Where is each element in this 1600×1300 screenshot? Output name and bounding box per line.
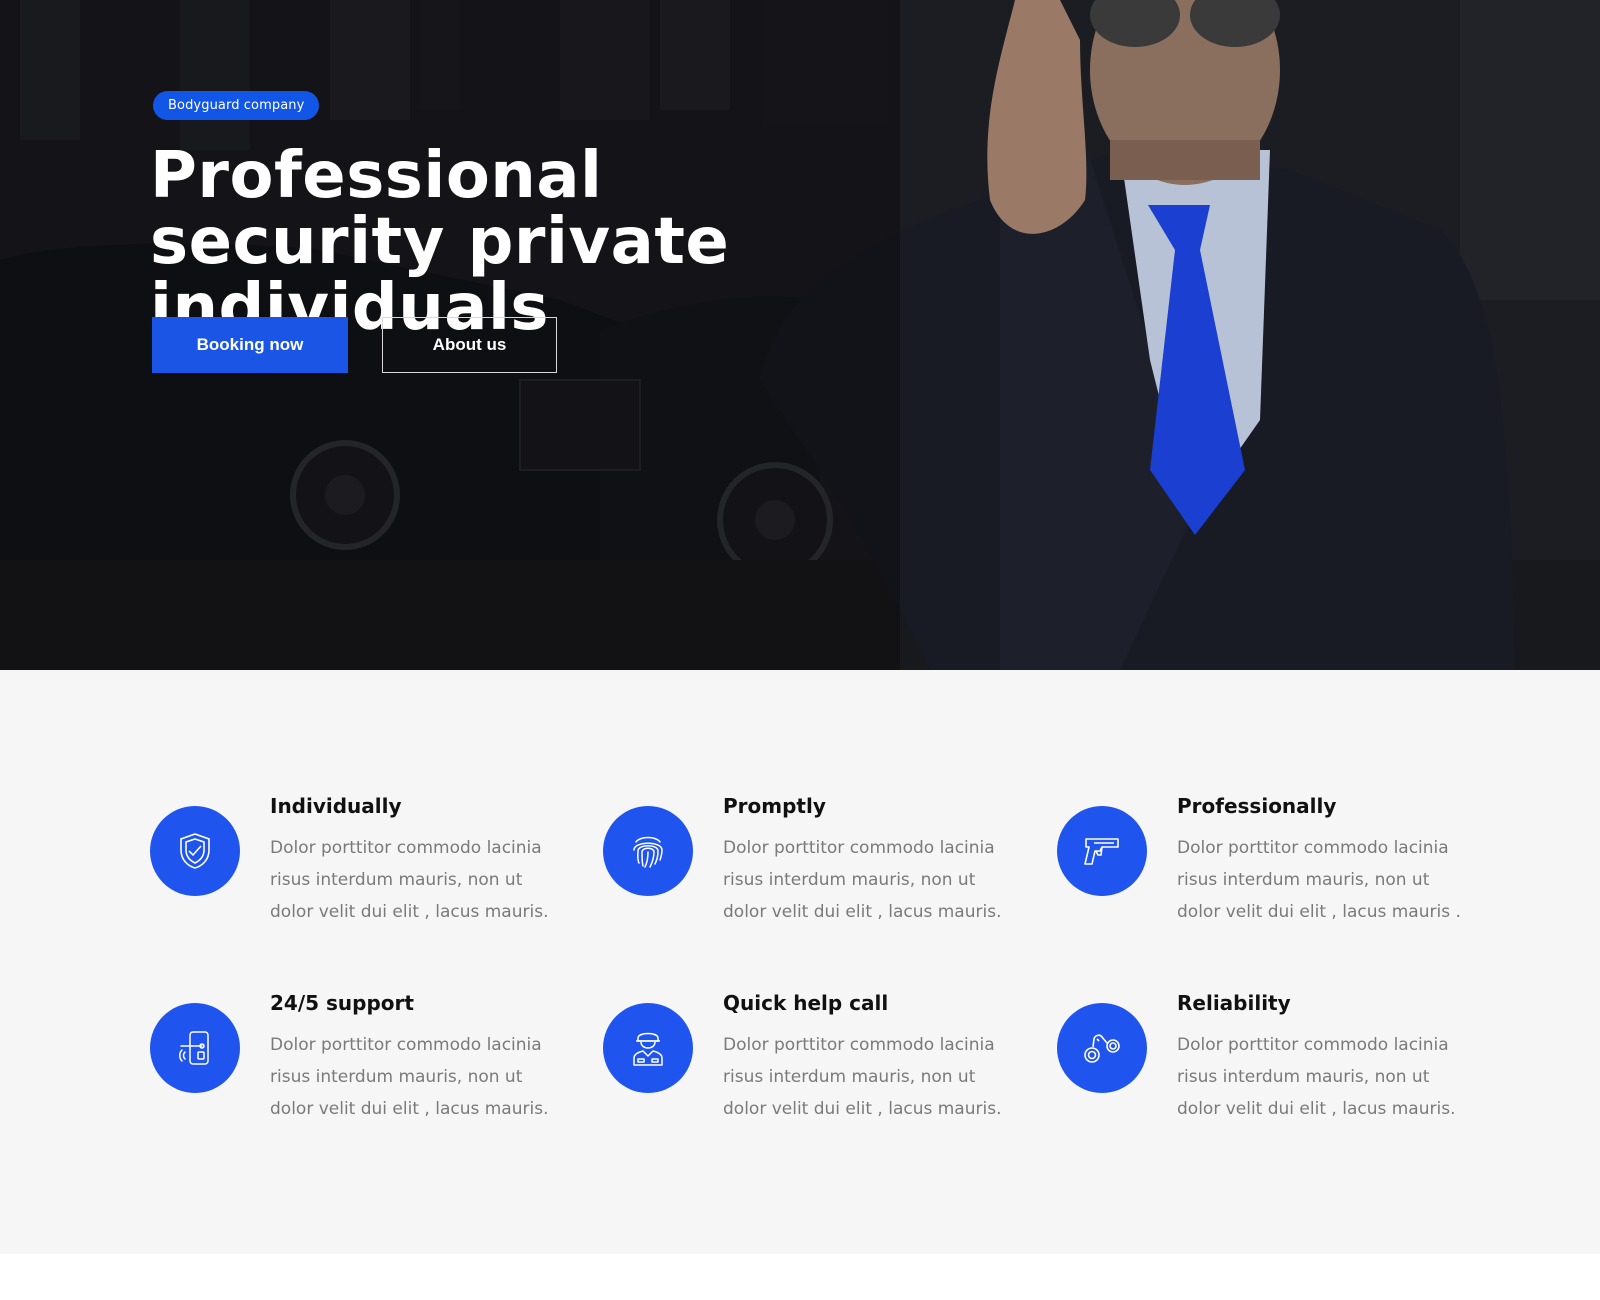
pistol-icon bbox=[1057, 806, 1147, 896]
handcuffs-icon bbox=[1057, 1003, 1147, 1093]
feature-professionally: Professionally Dolor porttitor commodo l… bbox=[1057, 794, 1477, 944]
feature-title: Quick help call bbox=[723, 991, 889, 1015]
feature-text: Dolor porttitor commodo lacinia risus in… bbox=[270, 838, 549, 922]
feature-title: Promptly bbox=[723, 794, 826, 818]
feature-title: Reliability bbox=[1177, 991, 1291, 1015]
feature-text: Dolor porttitor commodo lacinia risus in… bbox=[723, 1035, 1002, 1119]
shield-check-icon bbox=[150, 806, 240, 896]
booking-now-button[interactable]: Booking now bbox=[152, 317, 348, 373]
feature-title: Individually bbox=[270, 794, 402, 818]
feature-24-5-support: 24/5 support Dolor porttitor commodo lac… bbox=[150, 991, 570, 1141]
smart-lock-icon bbox=[150, 1003, 240, 1093]
company-badge: Bodyguard company bbox=[153, 91, 320, 120]
feature-title: 24/5 support bbox=[270, 991, 414, 1015]
feature-text: Dolor porttitor commodo lacinia risus in… bbox=[1177, 838, 1461, 922]
feature-text: Dolor porttitor commodo lacinia risus in… bbox=[1177, 1035, 1456, 1119]
hero-section: Bodyguard company Professional security … bbox=[0, 0, 1600, 670]
feature-individually: Individually Dolor porttitor commodo lac… bbox=[150, 794, 570, 944]
feature-promptly: Promptly Dolor porttitor commodo lacinia… bbox=[603, 794, 1023, 944]
feature-reliability: Reliability Dolor porttitor commodo laci… bbox=[1057, 991, 1477, 1141]
feature-quick-help-call: Quick help call Dolor porttitor commodo … bbox=[603, 991, 1023, 1141]
feature-text: Dolor porttitor commodo lacinia risus in… bbox=[270, 1035, 549, 1119]
features-section: Individually Dolor porttitor commodo lac… bbox=[0, 670, 1600, 1254]
fingerprint-icon bbox=[603, 806, 693, 896]
feature-text: Dolor porttitor commodo lacinia risus in… bbox=[723, 838, 1002, 922]
hero-title: Professional security private individual… bbox=[150, 139, 730, 345]
feature-title: Professionally bbox=[1177, 794, 1337, 818]
security-guard-icon bbox=[603, 1003, 693, 1093]
about-us-button[interactable]: About us bbox=[382, 317, 557, 373]
